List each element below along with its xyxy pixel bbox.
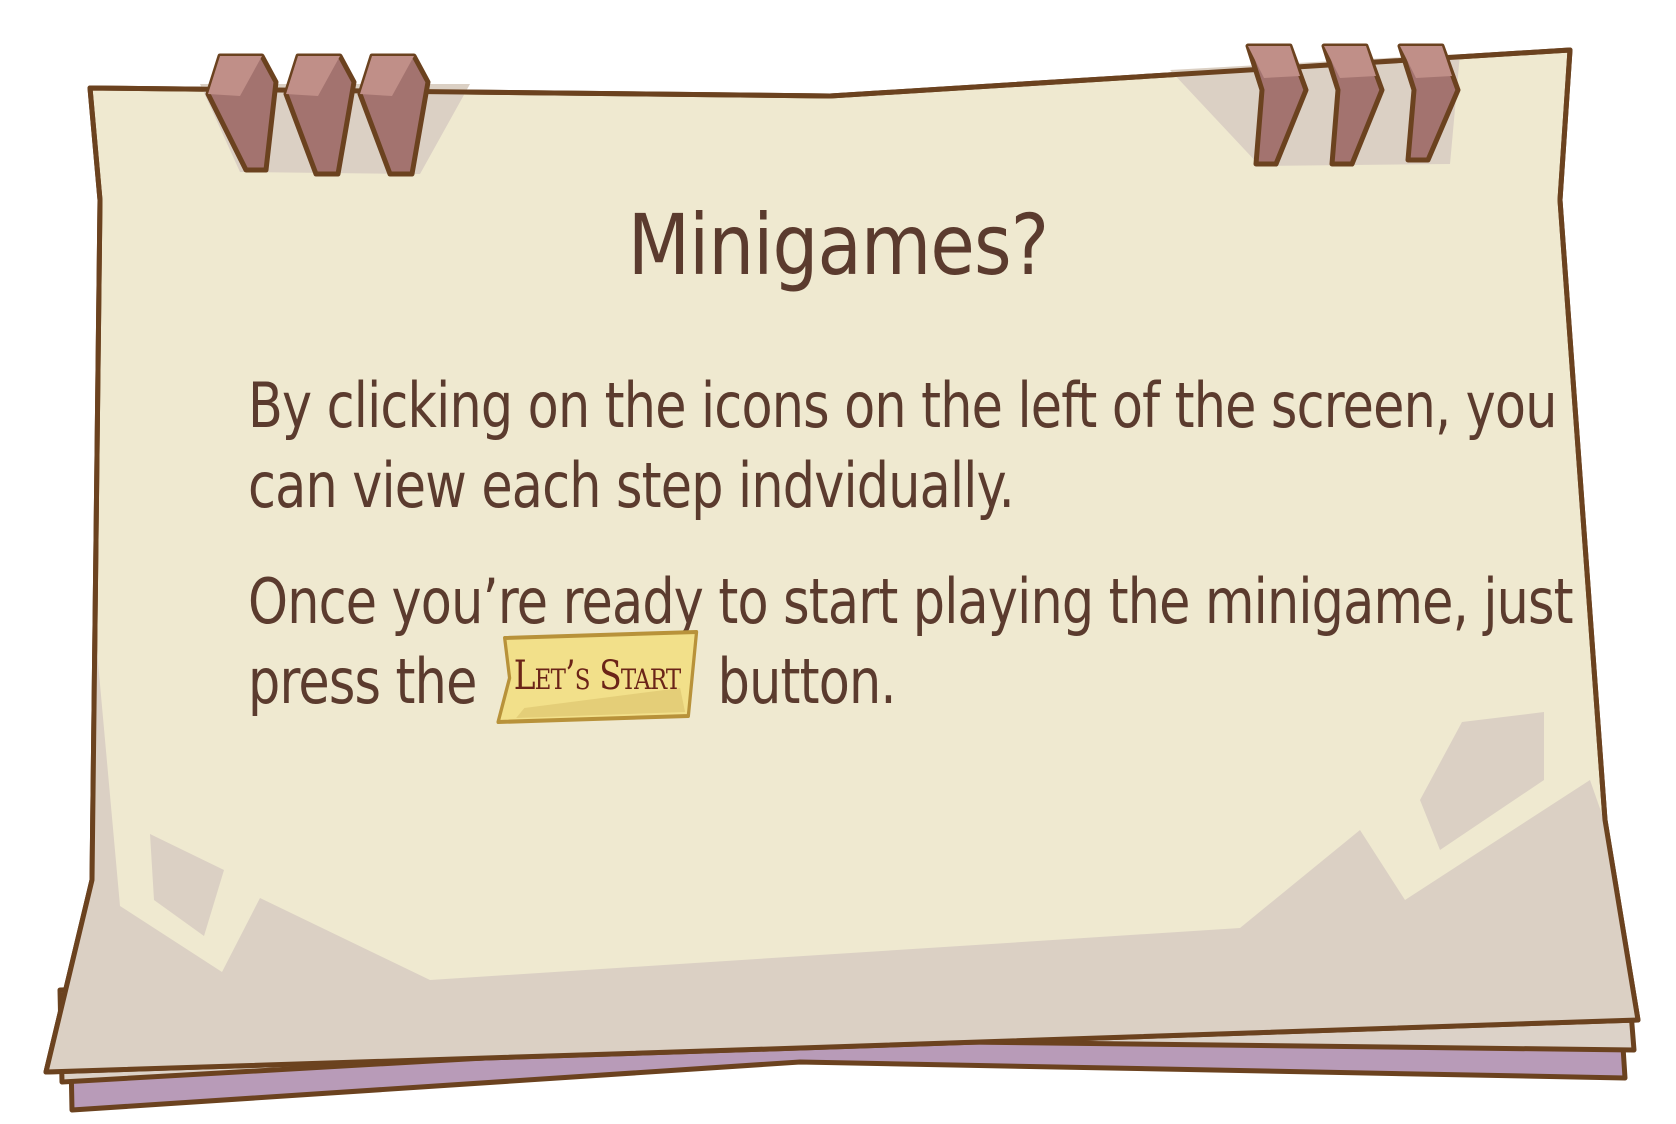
paragraph-1-line-1: By clicking on the icons on the left of … xyxy=(248,369,1557,442)
paragraph-2-text-before-button: press the xyxy=(248,645,477,718)
paragraph-2-text-after-button: button. xyxy=(717,645,897,718)
paragraph-2-line-2: press the Let’s Start button. xyxy=(248,629,1199,724)
paragraph-2-line-1: Once you’re ready to start playing the m… xyxy=(248,565,1574,638)
minigames-dialog: Minigames? By clicking on the icons on t… xyxy=(0,0,1676,1124)
instruction-paragraph-1: By clicking on the icons on the left of … xyxy=(248,366,1557,526)
instruction-paragraph-2: Once you’re ready to start playing the m… xyxy=(248,562,1574,724)
paragraph-1-line-2: can view each step indvidually. xyxy=(248,449,1015,522)
lets-start-button-label: Let’s Start xyxy=(513,652,682,699)
lets-start-button-illustration: Let’s Start xyxy=(491,628,703,724)
dialog-title: Minigames? xyxy=(627,196,1049,294)
